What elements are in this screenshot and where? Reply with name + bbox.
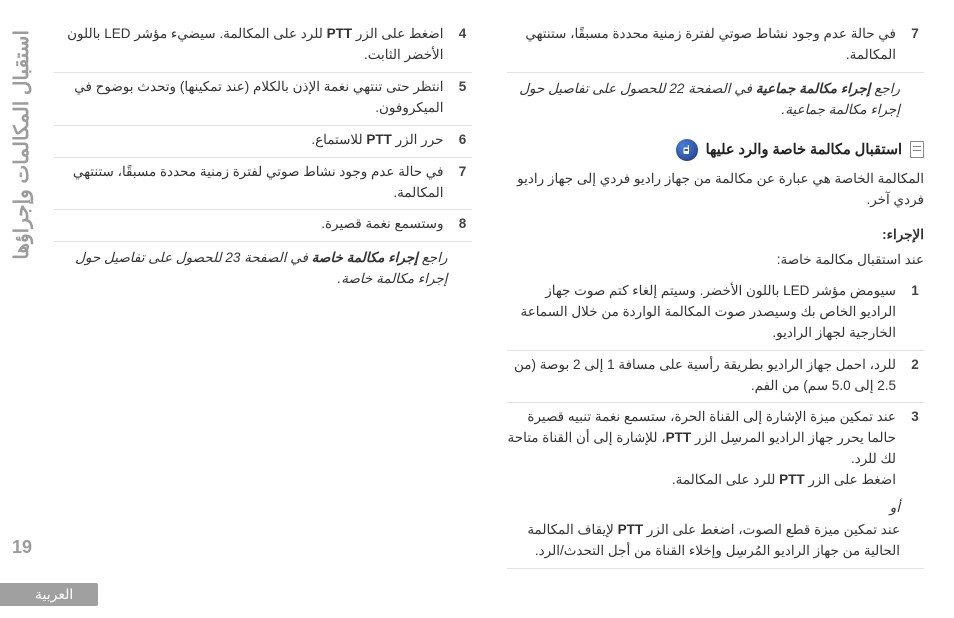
ptt-label: PTT (779, 472, 805, 487)
cross-reference-note: راجع إجراء مكالمة جماعية في الصفحة 22 لل… (507, 73, 925, 127)
cross-reference-note: راجع إجراء مكالمة خاصة في الصفحة 23 للحص… (54, 242, 472, 296)
ref-text: راجع (870, 81, 900, 96)
paragraph: المكالمة الخاصة هي عبارة عن مكالمة من جه… (507, 167, 925, 217)
list-item: 7 في حالة عدم وجود نشاط صوتي لفترة زمنية… (507, 20, 925, 73)
heading-text: استقبال مكالمة خاصة والرد عليها (706, 139, 902, 161)
list-item: 4 اضغط على الزر PTT للرد على المكالمة. س… (54, 20, 472, 73)
language-tab: العربية (0, 583, 98, 606)
list-item: 5 انتظر حتى تنتهي نغمة الإذن بالكلام (عن… (54, 73, 472, 126)
step-text: انتظر حتى تنتهي نغمة الإذن بالكلام (عند … (54, 77, 444, 119)
subsection-heading: استقبال مكالمة خاصة والرد عليها (507, 139, 925, 161)
text-run: للرد على المكالمة. (672, 472, 779, 487)
sidebar: استقبال المكالمات وإجراؤها 19 العربية (0, 0, 45, 618)
list-item: 8 وستسمع نغمة قصيرة. (54, 210, 472, 242)
radio-glyph (681, 144, 693, 156)
step-text: سيومض مؤشر LED باللون الأخضر. وسيتم إلغا… (507, 281, 897, 344)
step-text: في حالة عدم وجود نشاط صوتي لفترة زمنية م… (54, 162, 444, 204)
text-run: عند تمكين ميزة قطع الصوت، اضغط على الزر (643, 522, 900, 537)
step-text: اضغط على الزر PTT للرد على المكالمة. سيض… (54, 24, 444, 66)
list-item: 3 عند تمكين ميزة الإشارة إلى القناة الحر… (507, 403, 925, 497)
step-text: حرر الزر PTT للاستماع. (54, 130, 444, 151)
step-number: 5 (454, 77, 472, 98)
ref-bold: إجراء مكالمة خاصة (312, 250, 418, 265)
section-title-vertical: استقبال المكالمات وإجراؤها (10, 30, 34, 260)
list-item: 6 حرر الزر PTT للاستماع. (54, 126, 472, 158)
list-item: 2 للرد، احمل جهاز الراديو بطريقة رأسية ع… (507, 351, 925, 404)
step-number: 7 (906, 24, 924, 45)
ptt-label: PTT (366, 132, 392, 147)
list-item: 1 سيومض مؤشر LED باللون الأخضر. وسيتم إل… (507, 277, 925, 351)
step-text: وستسمع نغمة قصيرة. (54, 214, 444, 235)
step-text: عند تمكين ميزة الإشارة إلى القناة الحرة،… (507, 407, 897, 491)
text-run: للاستماع. (311, 132, 366, 147)
content-area: 7 في حالة عدم وجود نشاط صوتي لفترة زمنية… (54, 20, 924, 580)
column-right: 7 في حالة عدم وجود نشاط صوتي لفترة زمنية… (507, 20, 925, 580)
step-number: 7 (454, 162, 472, 183)
step-number: 2 (906, 355, 924, 376)
paragraph: عند استقبال مكالمة خاصة: (507, 248, 925, 277)
procedure-label: الإجراء: (507, 225, 925, 246)
step-alt-text: عند تمكين ميزة قطع الصوت، اضغط على الزر … (507, 520, 925, 569)
ptt-label: PTT (666, 430, 692, 445)
column-left: 4 اضغط على الزر PTT للرد على المكالمة. س… (54, 20, 472, 580)
page-number: 19 (12, 537, 32, 558)
step-number: 4 (454, 24, 472, 45)
radio-feature-icon (676, 139, 698, 161)
step-number: 1 (906, 281, 924, 302)
or-separator: أو (507, 497, 925, 520)
step-number: 3 (906, 407, 924, 428)
ref-bold: إجراء مكالمة جماعية (756, 81, 871, 96)
step-text: في حالة عدم وجود نشاط صوتي لفترة زمنية م… (507, 24, 897, 66)
step-text: للرد، احمل جهاز الراديو بطريقة رأسية على… (507, 355, 897, 397)
document-icon (910, 141, 924, 158)
ref-text: راجع (418, 250, 448, 265)
ptt-label: PTT (327, 26, 353, 41)
ptt-label: PTT (618, 522, 644, 537)
text-run: حرر الزر (392, 132, 444, 147)
text-run: اضغط على الزر (352, 26, 443, 41)
step-number: 8 (454, 214, 472, 235)
step-number: 6 (454, 130, 472, 151)
page: استقبال المكالمات وإجراؤها 19 العربية 7 … (0, 0, 954, 618)
text-run: اضغط على الزر (805, 472, 896, 487)
list-item: 7 في حالة عدم وجود نشاط صوتي لفترة زمنية… (54, 158, 472, 211)
